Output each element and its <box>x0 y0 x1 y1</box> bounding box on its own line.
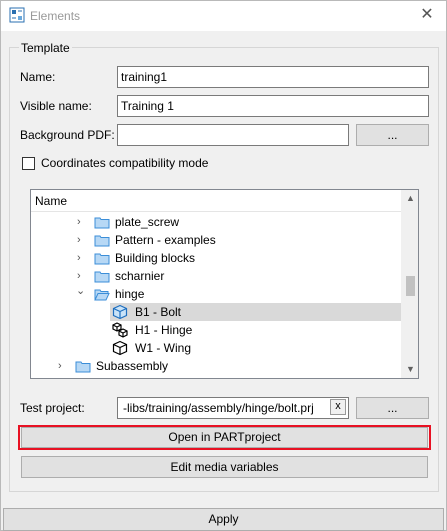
tree-item[interactable]: › Pattern - examples <box>31 231 403 249</box>
tree-item-selected[interactable]: B1 - Bolt <box>110 303 403 321</box>
scroll-up-icon[interactable]: ▲ <box>402 190 418 207</box>
test-project-label: Test project: <box>20 401 85 415</box>
expand-icon[interactable]: › <box>77 249 87 267</box>
tree-item[interactable]: › scharnier <box>31 267 403 285</box>
background-pdf-browse-button[interactable]: ... <box>356 124 429 146</box>
tree-item-label: Pattern - examples <box>115 233 216 247</box>
tree-item[interactable]: H1 - Hinge <box>110 321 403 339</box>
tree-item[interactable]: › Building blocks <box>31 249 403 267</box>
name-field[interactable]: training1 <box>117 66 429 88</box>
open-in-partproject-button[interactable]: Open in PARTproject <box>21 427 428 448</box>
tree-item-label: H1 - Hinge <box>135 323 193 337</box>
folder-icon <box>94 235 110 247</box>
tree-item-label: B1 - Bolt <box>135 305 182 319</box>
tree-item-label: W1 - Wing <box>135 341 192 355</box>
folder-icon <box>94 253 110 265</box>
collapse-icon[interactable]: ⌄ <box>76 282 86 300</box>
app-icon <box>9 7 25 23</box>
visible-name-field[interactable]: Training 1 <box>117 95 429 117</box>
tree-item[interactable]: › Subassembly <box>31 357 403 375</box>
folder-open-icon <box>94 289 110 301</box>
scroll-down-icon[interactable]: ▼ <box>402 361 418 378</box>
part-cube-icon <box>112 304 128 320</box>
template-tree[interactable]: Name › plate_screw › Pattern - examples … <box>30 189 419 379</box>
background-pdf-field[interactable] <box>117 124 349 146</box>
expand-icon[interactable]: › <box>77 231 87 249</box>
test-project-field[interactable]: -libs/training/assembly/hinge/bolt.prj <box>117 397 349 419</box>
folder-icon <box>94 271 110 283</box>
close-icon[interactable]: ✕ <box>416 4 438 26</box>
test-project-browse-button[interactable]: ... <box>356 397 429 419</box>
assembly-icon <box>112 322 128 338</box>
template-group-title: Template <box>19 41 72 55</box>
expand-icon[interactable]: › <box>58 357 68 375</box>
coordinates-compatibility-label: Coordinates compatibility mode <box>41 156 209 170</box>
expand-icon[interactable]: › <box>77 213 87 231</box>
title-bar: Elements ✕ <box>1 1 446 31</box>
tree-item-label: Subassembly <box>96 359 169 373</box>
tree-item[interactable]: W1 - Wing <box>110 339 403 357</box>
background-pdf-label: Background PDF: <box>20 128 115 142</box>
tree-item-label: plate_screw <box>115 215 180 229</box>
part-cube-icon <box>112 340 128 356</box>
edit-media-variables-button[interactable]: Edit media variables <box>21 456 428 478</box>
tree-item[interactable]: › plate_screw <box>31 213 403 231</box>
elements-window: Elements ✕ Template Name: training1 Visi… <box>0 0 447 531</box>
scroll-thumb[interactable] <box>406 276 415 296</box>
name-label: Name: <box>20 70 56 84</box>
tree-item-label: hinge <box>115 287 145 301</box>
apply-button[interactable]: Apply <box>3 508 444 531</box>
tree-vertical-scrollbar[interactable]: ▲ ▼ <box>401 190 418 378</box>
tree-item[interactable]: ⌄ hinge <box>31 285 403 303</box>
coordinates-compatibility-checkbox[interactable] <box>22 157 35 170</box>
window-title: Elements <box>30 9 81 23</box>
clear-test-project-button[interactable]: x <box>330 399 346 415</box>
folder-icon <box>94 217 110 229</box>
visible-name-label: Visible name: <box>20 99 92 113</box>
tree-item-label: Building blocks <box>115 251 196 265</box>
tree-column-header[interactable]: Name <box>31 190 403 212</box>
folder-icon <box>75 361 91 373</box>
tree-item-label: scharnier <box>115 269 165 283</box>
